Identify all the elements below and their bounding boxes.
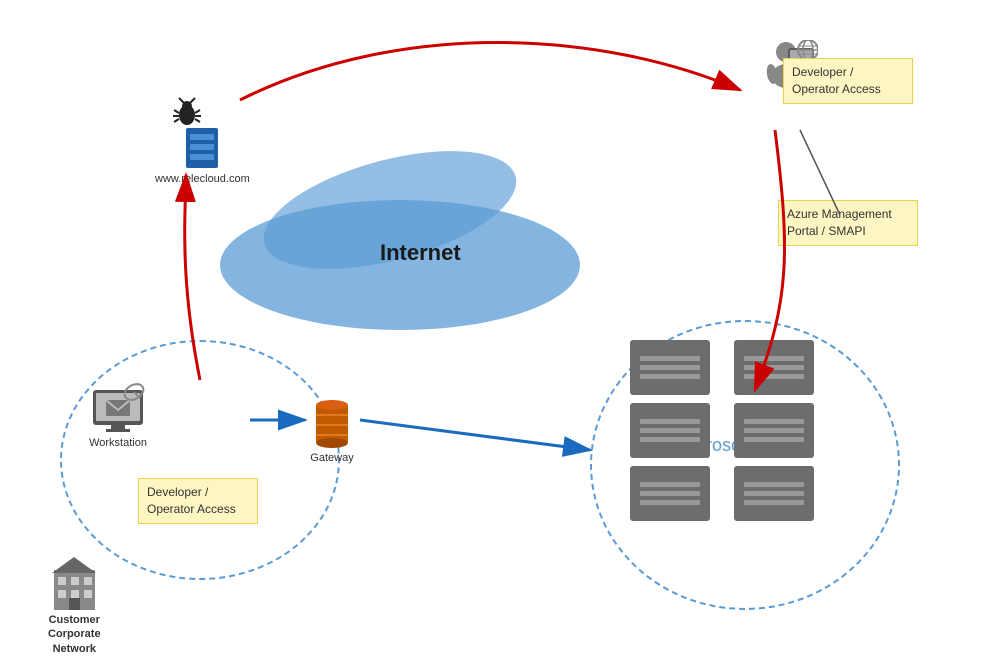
gateway-area: Gateway bbox=[310, 395, 354, 464]
corp-network-label: Customer Corporate Network bbox=[48, 613, 101, 656]
dev-operator-top-note-text: Developer / Operator Access bbox=[792, 65, 881, 96]
dev-operator-workstation-note: Developer / Operator Access bbox=[138, 478, 258, 524]
corp-network-circle bbox=[60, 340, 340, 580]
diagram-container: Internet Microsoft Azure bbox=[0, 0, 988, 652]
dev-operator-workstation-note-text: Developer / Operator Access bbox=[147, 485, 236, 516]
gateway-to-azure-blue-arrow bbox=[360, 420, 590, 450]
web-server-area: www.relecloud.com bbox=[155, 95, 250, 185]
server-unit-2 bbox=[734, 340, 814, 395]
workstation-icon bbox=[88, 380, 148, 435]
customer-corporate-area: Customer Corporate Network bbox=[48, 555, 101, 656]
dev-operator-top-note: Developer / Operator Access bbox=[783, 58, 913, 104]
internet-cloud: Internet bbox=[200, 160, 620, 360]
azure-server-racks bbox=[630, 340, 830, 521]
azure-portal-note: Azure Management Portal / SMAPI bbox=[778, 200, 918, 246]
workstation-area: Workstation bbox=[88, 380, 148, 449]
internet-label: Internet bbox=[380, 240, 461, 266]
server-unit-6 bbox=[734, 466, 814, 521]
server-unit-1 bbox=[630, 340, 710, 395]
building-icon bbox=[52, 555, 97, 610]
gateway-icon bbox=[310, 395, 354, 450]
web-server-book-icon bbox=[184, 126, 220, 170]
server-unit-4 bbox=[734, 403, 814, 458]
workstation-label: Workstation bbox=[89, 437, 147, 449]
server-unit-5 bbox=[630, 466, 710, 521]
web-server-url-label: www.relecloud.com bbox=[155, 173, 250, 185]
gateway-label: Gateway bbox=[310, 452, 353, 464]
azure-portal-note-text: Azure Management Portal / SMAPI bbox=[787, 207, 892, 238]
server-unit-3 bbox=[630, 403, 710, 458]
webserver-to-dev-red-arrow bbox=[240, 43, 740, 101]
